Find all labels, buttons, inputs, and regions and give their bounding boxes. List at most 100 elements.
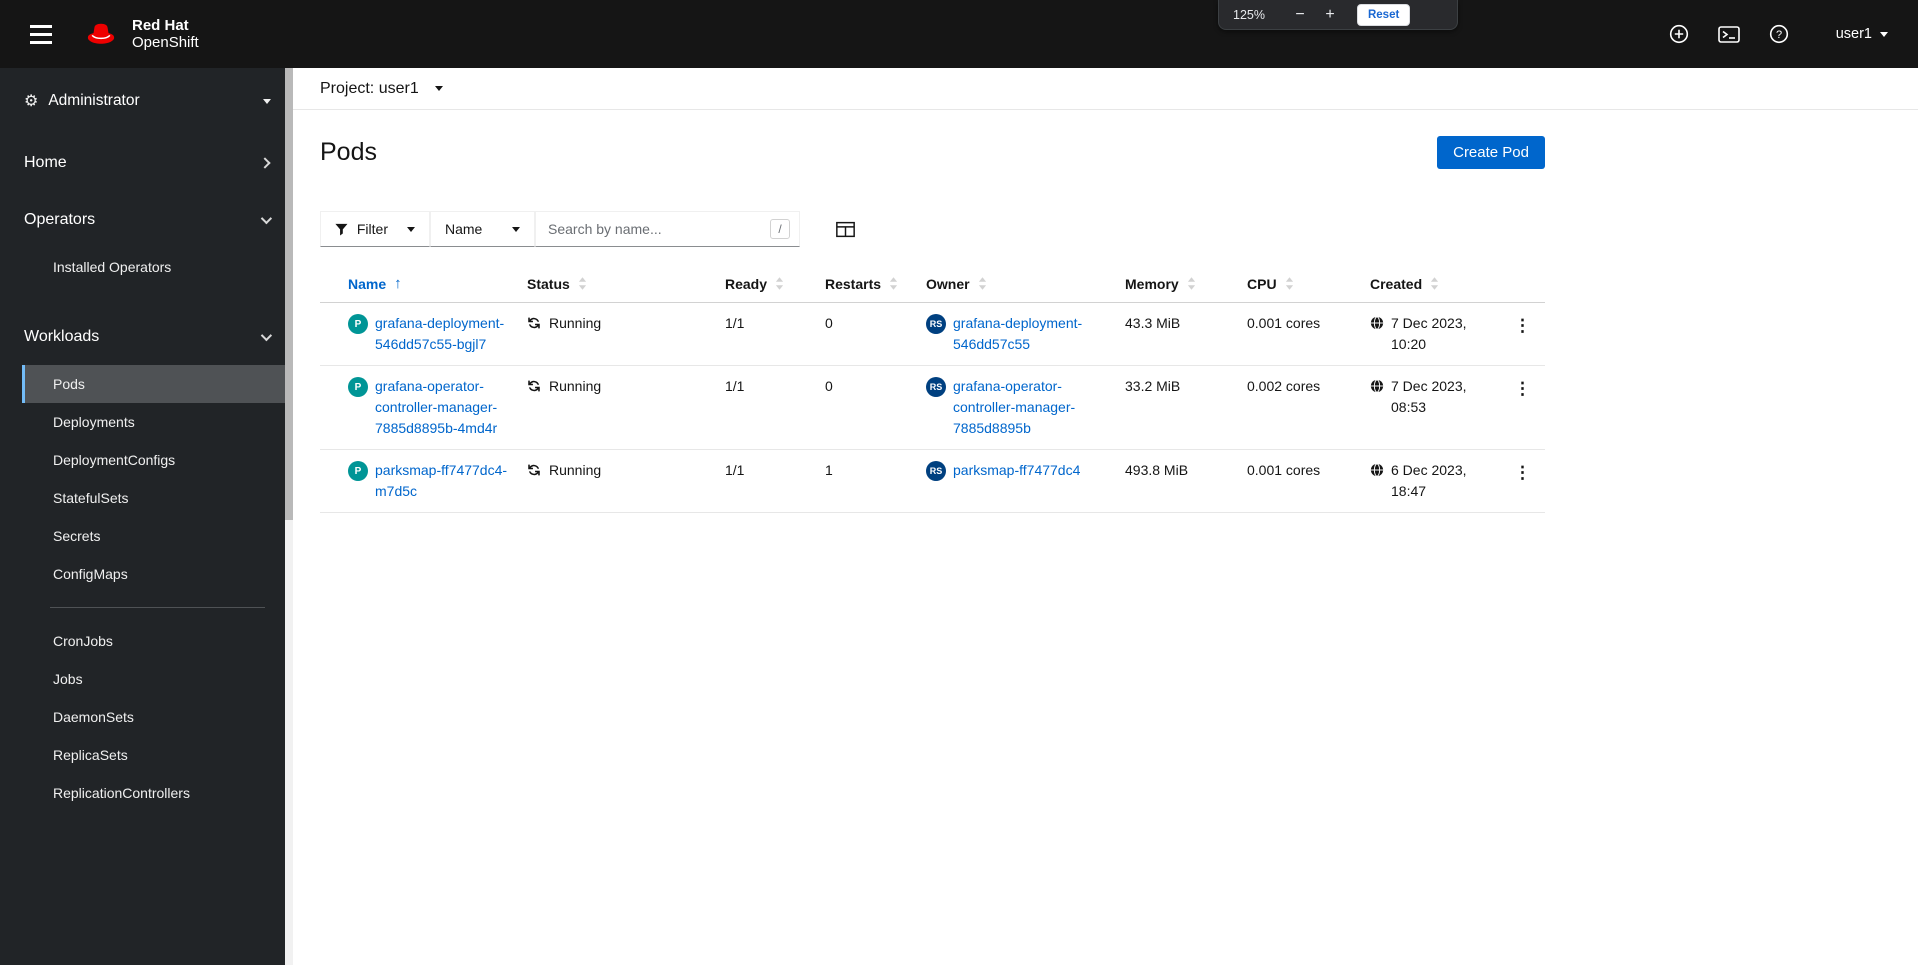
actions-cell: ⋮ bbox=[1508, 303, 1545, 365]
pod-badge: P bbox=[348, 461, 368, 481]
pod-badge: P bbox=[348, 314, 368, 334]
globe-icon bbox=[1370, 463, 1384, 477]
sidebar-item-installed-operators[interactable]: Installed Operators bbox=[22, 248, 293, 286]
owner-link[interactable]: grafana-operator-controller-manager-7885… bbox=[953, 376, 1111, 439]
sidebar-item-cronjobs[interactable]: CronJobs bbox=[22, 622, 293, 660]
created-cell: 7 Dec 2023, 10:20 bbox=[1370, 303, 1508, 365]
sidebar-item-replicasets[interactable]: ReplicaSets bbox=[22, 736, 293, 774]
pod-link[interactable]: grafana-operator-controller-manager-7885… bbox=[375, 376, 517, 439]
workloads-label: Workloads bbox=[24, 327, 100, 345]
sidebar-scrollbar[interactable] bbox=[285, 68, 293, 965]
user-menu[interactable]: user1 bbox=[1836, 26, 1888, 42]
project-selector[interactable]: Project: user1 bbox=[320, 80, 443, 98]
quick-create-button[interactable] bbox=[1669, 24, 1689, 44]
pod-name-cell: P grafana-operator-controller-manager-78… bbox=[320, 366, 527, 449]
nav-toggle-button[interactable] bbox=[24, 19, 58, 50]
terminal-icon bbox=[1717, 25, 1740, 43]
brand-logo[interactable]: Red Hat OpenShift bbox=[80, 17, 199, 51]
table-row: P grafana-deployment-546dd57c55-bgjl7 Ru… bbox=[320, 303, 1545, 366]
filter-dropdown[interactable]: Filter bbox=[320, 211, 430, 247]
owner-cell: RS parksmap-ff7477dc4 bbox=[926, 450, 1125, 512]
sidebar-item-jobs[interactable]: Jobs bbox=[22, 660, 293, 698]
column-header-cpu[interactable]: CPU bbox=[1247, 265, 1370, 302]
actions-cell: ⋮ bbox=[1508, 366, 1545, 449]
created-cell: 7 Dec 2023, 08:53 bbox=[1370, 366, 1508, 449]
filter-funnel-icon bbox=[335, 223, 348, 236]
pod-link[interactable]: grafana-deployment-546dd57c55-bgjl7 bbox=[375, 313, 517, 355]
sort-icon bbox=[1187, 277, 1195, 290]
kebab-menu-button[interactable]: ⋮ bbox=[1508, 462, 1537, 483]
column-header-name[interactable]: Name ↑ bbox=[320, 265, 527, 302]
zoom-level: 125% bbox=[1233, 7, 1265, 22]
owner-cell: RS grafana-deployment-546dd57c55 bbox=[926, 303, 1125, 365]
question-circle-icon: ? bbox=[1769, 24, 1788, 44]
column-header-restarts[interactable]: Restarts bbox=[825, 265, 926, 302]
chevron-down-icon bbox=[260, 329, 273, 341]
zoom-in-button[interactable]: + bbox=[1317, 3, 1343, 27]
sort-icon bbox=[1431, 277, 1439, 290]
svg-text:?: ? bbox=[1776, 29, 1782, 41]
columns-table-icon bbox=[836, 221, 855, 237]
name-filter-dropdown[interactable]: Name bbox=[430, 211, 535, 247]
create-pod-button[interactable]: Create Pod bbox=[1437, 136, 1545, 169]
masthead-actions: ? user1 bbox=[1669, 0, 1918, 68]
ready-cell: 1/1 bbox=[725, 315, 745, 331]
owner-link[interactable]: grafana-deployment-546dd57c55 bbox=[953, 313, 1111, 355]
memory-cell: 33.2 MiB bbox=[1125, 378, 1181, 394]
zoom-out-button[interactable]: − bbox=[1287, 3, 1313, 27]
created-text: 7 Dec 2023, 10:20 bbox=[1391, 315, 1467, 352]
column-header-created[interactable]: Created bbox=[1370, 265, 1508, 302]
sidebar-item-daemonsets[interactable]: DaemonSets bbox=[22, 698, 293, 736]
manage-columns-button[interactable] bbox=[836, 220, 855, 239]
keyboard-shortcut-hint: / bbox=[770, 219, 790, 239]
owner-link[interactable]: parksmap-ff7477dc4 bbox=[953, 460, 1080, 481]
search-input[interactable] bbox=[536, 221, 770, 237]
table-row: P parksmap-ff7477dc4-m7d5c Running 1/1 1… bbox=[320, 450, 1545, 513]
sidebar-nav: ⚙ Administrator Home Operators Installed… bbox=[0, 68, 293, 965]
column-header-ready[interactable]: Ready bbox=[725, 265, 825, 302]
pods-table: Name ↑ Status Ready Restarts Owner Memor… bbox=[320, 265, 1545, 513]
sidebar-item-operators[interactable]: Operators bbox=[0, 191, 293, 248]
sidebar-item-replicationcontrollers[interactable]: ReplicationControllers bbox=[22, 774, 293, 812]
table-row: P grafana-operator-controller-manager-78… bbox=[320, 366, 1545, 450]
sidebar-item-configmaps[interactable]: ConfigMaps bbox=[22, 555, 293, 593]
column-header-memory[interactable]: Memory bbox=[1125, 265, 1247, 302]
help-button[interactable]: ? bbox=[1769, 24, 1789, 44]
sidebar-item-deploymentconfigs[interactable]: DeploymentConfigs bbox=[22, 441, 293, 479]
web-terminal-button[interactable] bbox=[1717, 25, 1740, 44]
operators-label: Operators bbox=[24, 210, 96, 228]
cpu-cell: 0.001 cores bbox=[1247, 315, 1321, 331]
status-text: Running bbox=[549, 462, 602, 478]
sidebar-item-statefulsets[interactable]: StatefulSets bbox=[22, 479, 293, 517]
main-content: Project: user1 Pods Create Pod Filter Na… bbox=[293, 68, 1918, 965]
table-header-row: Name ↑ Status Ready Restarts Owner Memor… bbox=[320, 265, 1545, 303]
scrollbar-thumb[interactable] bbox=[285, 68, 293, 520]
column-header-status[interactable]: Status bbox=[527, 265, 725, 302]
sidebar-item-pods[interactable]: Pods bbox=[22, 365, 293, 403]
status-text: Running bbox=[549, 315, 602, 331]
created-text: 6 Dec 2023, 18:47 bbox=[1391, 462, 1467, 499]
plus-circle-icon bbox=[1669, 24, 1688, 44]
replicaset-badge: RS bbox=[926, 314, 946, 334]
sidebar-item-workloads[interactable]: Workloads bbox=[0, 308, 293, 365]
restarts-cell: 1 bbox=[825, 462, 833, 478]
column-header-owner[interactable]: Owner bbox=[926, 265, 1125, 302]
restarts-cell: 0 bbox=[825, 378, 833, 394]
browser-zoom-popup: 125% − + Reset bbox=[1218, 0, 1458, 30]
perspective-label: Administrator bbox=[48, 92, 140, 109]
globe-icon bbox=[1370, 316, 1384, 330]
sync-running-icon bbox=[528, 317, 540, 329]
chevron-down-icon bbox=[1880, 31, 1888, 37]
sidebar-item-home[interactable]: Home bbox=[0, 134, 293, 191]
kebab-menu-button[interactable]: ⋮ bbox=[1508, 315, 1537, 336]
sidebar-item-secrets[interactable]: Secrets bbox=[22, 517, 293, 555]
zoom-reset-button[interactable]: Reset bbox=[1356, 3, 1411, 26]
pod-link[interactable]: parksmap-ff7477dc4-m7d5c bbox=[375, 460, 517, 502]
kebab-menu-button[interactable]: ⋮ bbox=[1508, 378, 1537, 399]
sidebar-item-deployments[interactable]: Deployments bbox=[22, 403, 293, 441]
brand-line2: OpenShift bbox=[132, 34, 199, 51]
actions-cell: ⋮ bbox=[1508, 450, 1545, 512]
cpu-cell: 0.002 cores bbox=[1247, 378, 1321, 394]
perspective-switcher[interactable]: ⚙ Administrator bbox=[0, 68, 293, 134]
chevron-right-icon bbox=[259, 156, 271, 169]
